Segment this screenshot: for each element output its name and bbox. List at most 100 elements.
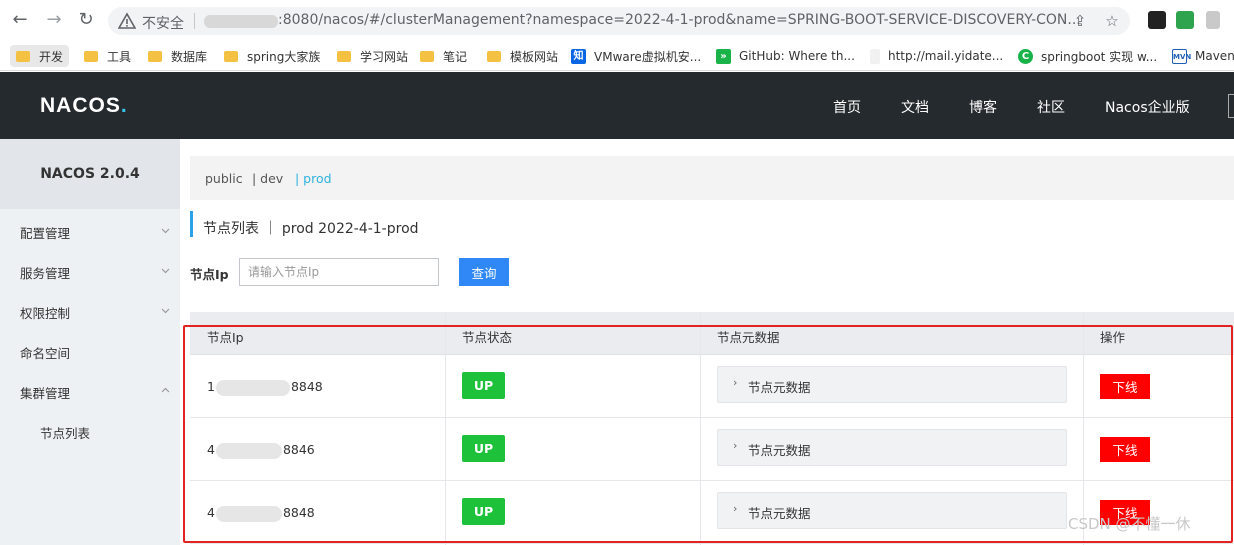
bookmark-label: 开发 <box>39 49 64 64</box>
ip-suffix: 8848 <box>282 505 315 520</box>
language-switch[interactable] <box>1228 94 1234 118</box>
bookmark-item[interactable]: http://mail.yidate... <box>870 45 1003 67</box>
namespace-dev[interactable]: | dev <box>252 171 283 186</box>
bookmarks-bar: 开发 工具 数据库 spring大家族 学习网站 笔记 模板网站 知 VMware… <box>0 40 1234 71</box>
bookmark-item[interactable]: Cspringboot 实现 w... <box>1018 45 1157 67</box>
metadata-label: 节点元数据 <box>748 506 811 521</box>
redacted-ip <box>215 379 290 396</box>
bookmark-label: Maven <box>1195 49 1234 63</box>
namespace-public[interactable]: public <box>205 171 243 186</box>
nav-home[interactable]: 首页 <box>833 97 861 117</box>
ip-suffix: 8848 <box>290 379 323 394</box>
bookmark-item[interactable]: » GitHub: Where th... <box>716 45 855 67</box>
node-ip-input[interactable] <box>239 258 439 286</box>
status-badge: UP <box>462 372 505 399</box>
metadata-label: 节点元数据 <box>748 380 811 395</box>
chevron-down-icon[interactable] <box>161 226 170 235</box>
nav-enterprise[interactable]: Nacos企业版 <box>1105 97 1190 117</box>
nav-community[interactable]: 社区 <box>1037 97 1065 117</box>
bookmark-item[interactable]: MVN Maven <box>1172 45 1234 67</box>
extension-icon[interactable] <box>1148 11 1166 29</box>
nav-blog[interactable]: 博客 <box>969 97 997 117</box>
metadata-collapse[interactable]: › 节点元数据 <box>717 429 1067 466</box>
table-header: 节点Ip 节点状态 节点元数据 操作 <box>190 312 1234 355</box>
folder-icon <box>487 50 501 62</box>
bookmark-item[interactable]: 知 VMware虚拟机安... <box>571 45 701 67</box>
chevron-down-icon[interactable] <box>161 266 170 275</box>
chevron-up-icon[interactable] <box>161 386 170 395</box>
folder-icon <box>148 50 162 62</box>
chevron-down-icon[interactable] <box>161 306 170 315</box>
address-bar[interactable]: 不安全 :8080/nacos/#/clusterManagement?name… <box>108 7 1130 35</box>
folder-icon <box>224 50 238 62</box>
github-icon: » <box>716 48 731 64</box>
column-divider <box>700 312 701 545</box>
redacted-host <box>204 15 278 28</box>
bookmark-item[interactable]: 数据库 <box>148 45 207 67</box>
watermark: CSDN @不懂一休 <box>1068 515 1191 533</box>
url-text[interactable]: :8080/nacos/#/clusterManagement?namespac… <box>278 12 1081 28</box>
table-row: 4 8846 UP › 节点元数据 下线 <box>190 418 1234 481</box>
status-badge: UP <box>462 435 505 462</box>
node-ip: 4 8848 <box>207 505 315 522</box>
bookmark-item[interactable]: 笔记 <box>420 45 467 67</box>
redacted-ip <box>215 505 282 522</box>
query-button[interactable]: 查询 <box>459 258 509 286</box>
sidebar-item-service[interactable]: 服务管理 <box>20 263 70 282</box>
bookmark-label: 数据库 <box>171 49 208 64</box>
offline-button[interactable]: 下线 <box>1100 437 1150 462</box>
browser-toolbar: ← → ↻ 不安全 :8080/nacos/#/clusterManagemen… <box>0 0 1234 40</box>
metadata-collapse[interactable]: › 节点元数据 <box>717 366 1067 403</box>
insecure-label: 不安全 <box>142 16 184 32</box>
namespace-prod[interactable]: | prod <box>295 171 332 186</box>
column-header-ip: 节点Ip <box>207 330 244 345</box>
sidebar: NACOS 2.0.4 配置管理 服务管理 权限控制 命名空间 集群管理 节点列… <box>0 139 180 545</box>
sidebar-item-cluster[interactable]: 集群管理 <box>20 383 70 402</box>
logo-dot: . <box>120 94 128 117</box>
page-title: 节点列表 ｜ prod 2022-4-1-prod <box>203 221 419 237</box>
sidebar-item-config[interactable]: 配置管理 <box>20 223 70 242</box>
namespace-bar: public | dev | prod <box>190 156 1234 200</box>
version-label: NACOS 2.0.4 <box>0 139 180 209</box>
sidebar-item-namespace[interactable]: 命名空间 <box>20 343 70 362</box>
bookmark-item[interactable]: 学习网站 <box>337 45 408 67</box>
ip-prefix: 4 <box>207 442 215 457</box>
bookmark-label: GitHub: Where th... <box>739 49 855 63</box>
omnibox-divider <box>194 13 195 29</box>
title-accent <box>190 211 193 237</box>
page-icon <box>870 48 880 64</box>
warning-icon[interactable] <box>118 12 136 30</box>
metadata-collapse[interactable]: › 节点元数据 <box>717 492 1067 529</box>
back-arrow-icon[interactable]: ← <box>10 10 30 30</box>
bookmark-item[interactable]: 模板网站 <box>487 45 558 67</box>
bookmark-label: spring大家族 <box>247 49 321 64</box>
bookmark-label: 模板网站 <box>510 49 559 64</box>
folder-icon <box>420 50 434 62</box>
csdn-icon: C <box>1018 48 1033 64</box>
sidebar-subitem-node-list[interactable]: 节点列表 <box>40 423 90 442</box>
zhihu-icon: 知 <box>571 48 586 64</box>
sidebar-item-auth[interactable]: 权限控制 <box>20 303 70 322</box>
reload-icon[interactable]: ↻ <box>76 10 96 30</box>
bookmark-label: http://mail.yidate... <box>888 49 1004 63</box>
bookmark-star-icon[interactable]: ☆ <box>1102 11 1122 31</box>
bookmark-item[interactable]: 开发 <box>10 45 70 67</box>
bookmark-item[interactable]: 工具 <box>84 45 131 67</box>
offline-button[interactable]: 下线 <box>1100 374 1150 399</box>
bookmark-item[interactable]: spring大家族 <box>224 45 320 67</box>
extension-icon[interactable] <box>1206 11 1220 29</box>
nav-docs[interactable]: 文档 <box>901 97 929 117</box>
node-table: 节点Ip 节点状态 节点元数据 操作 1 8848 UP › 节点元数据 下线 4… <box>190 312 1234 545</box>
node-ip: 1 8848 <box>207 379 323 396</box>
forward-arrow-icon[interactable]: → <box>44 10 64 30</box>
ip-label: 节点Ip <box>190 267 229 282</box>
extension-icon[interactable] <box>1176 11 1194 29</box>
folder-icon <box>16 50 30 62</box>
metadata-label: 节点元数据 <box>748 443 811 458</box>
share-icon[interactable]: ⇪ <box>1070 11 1090 31</box>
column-divider <box>1083 312 1084 545</box>
nacos-logo[interactable]: NACOS. <box>40 94 128 118</box>
column-header-status: 节点状态 <box>462 330 513 345</box>
bookmark-label: 学习网站 <box>360 49 409 64</box>
ip-prefix: 1 <box>207 379 215 394</box>
